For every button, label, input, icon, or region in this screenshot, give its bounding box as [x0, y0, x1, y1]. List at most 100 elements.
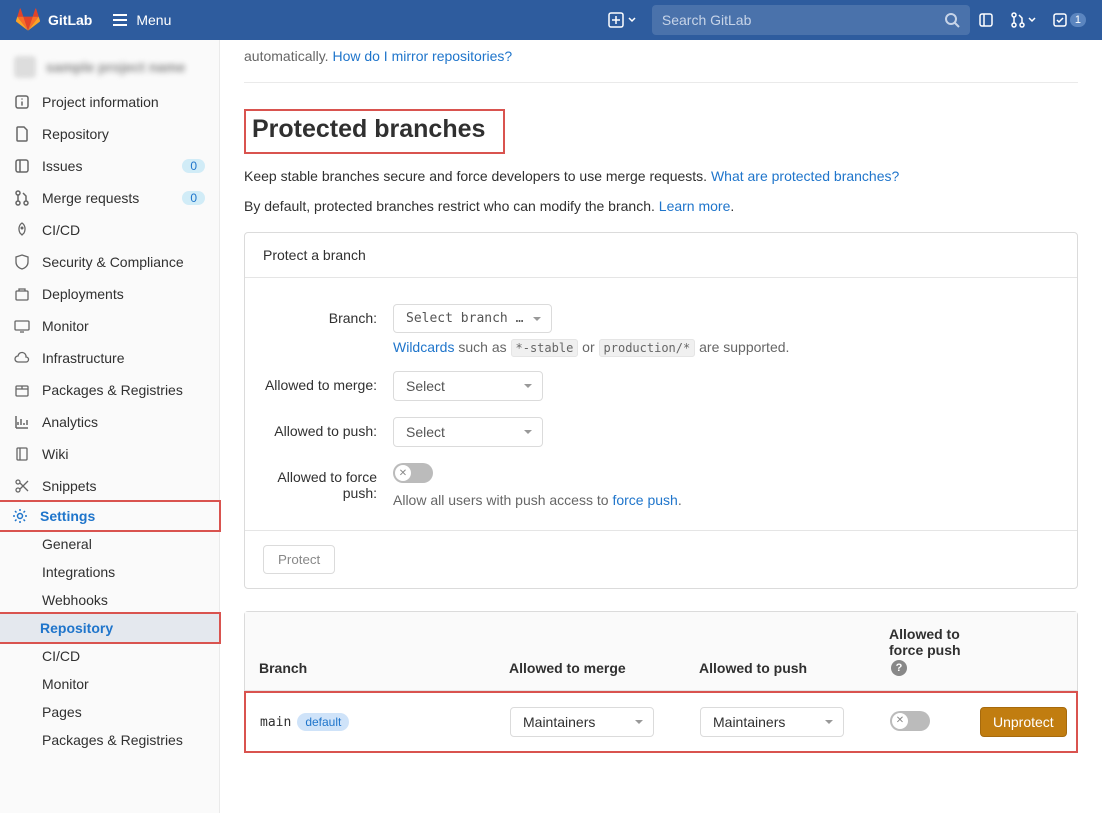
deployment-icon — [14, 286, 30, 302]
toggle-knob-off-icon: ✕ — [892, 713, 908, 729]
merge-requests-shortcut[interactable] — [1010, 12, 1036, 28]
cloud-icon — [14, 350, 30, 366]
allowed-merge-select[interactable]: Select — [393, 371, 543, 401]
allowed-push-label: Allowed to push: — [263, 417, 393, 447]
sidebar-item-label: Merge requests — [42, 190, 139, 206]
issues-shortcut-icon[interactable] — [978, 12, 994, 28]
scissors-icon — [14, 478, 30, 494]
sidebar-item-label: Monitor — [42, 318, 89, 334]
sidebar-item-project-info[interactable]: Project information — [0, 86, 219, 118]
chart-icon — [14, 414, 30, 430]
project-avatar — [14, 56, 36, 78]
chevron-down-icon — [628, 16, 636, 24]
gear-icon — [12, 508, 28, 524]
project-header[interactable]: sample project name — [0, 48, 219, 86]
what-are-protected-link[interactable]: What are protected branches? — [711, 168, 899, 184]
mr-count-badge: 0 — [182, 191, 205, 205]
rocket-icon — [14, 222, 30, 238]
force-push-help: Allow all users with push access to forc… — [393, 492, 1059, 508]
row-allowed-push-select[interactable]: Maintainers — [700, 707, 844, 737]
sidebar-item-cicd[interactable]: CI/CD — [0, 214, 219, 246]
wildcards-help: Wildcards such as *-stable or production… — [393, 339, 1059, 355]
sidebar-item-infrastructure[interactable]: Infrastructure — [0, 342, 219, 374]
branch-name: main — [260, 715, 291, 730]
todo-count-badge: 1 — [1070, 13, 1086, 27]
sidebar-item-label: Infrastructure — [42, 350, 124, 366]
th-push: Allowed to push — [699, 660, 889, 676]
toggle-knob-off-icon: ✕ — [395, 465, 411, 481]
sidebar-item-label: Analytics — [42, 414, 98, 430]
merge-request-icon — [1010, 12, 1026, 28]
row-force-push-toggle[interactable]: ✕ — [890, 711, 930, 731]
issues-count-badge: 0 — [182, 159, 205, 173]
chevron-down-icon — [1028, 16, 1036, 24]
gitlab-logo-icon — [16, 8, 40, 32]
protected-branches-title: Protected branches — [244, 109, 505, 154]
table-header: Branch Allowed to merge Allowed to push … — [245, 612, 1077, 691]
sidebar-item-wiki[interactable]: Wiki — [0, 438, 219, 470]
protect-button[interactable]: Protect — [263, 545, 335, 574]
plus-square-icon — [608, 12, 624, 28]
sidebar-item-settings[interactable]: Settings — [0, 500, 221, 532]
force-push-link[interactable]: force push — [612, 492, 677, 508]
book-icon — [14, 446, 30, 462]
package-icon — [14, 382, 30, 398]
force-push-toggle[interactable]: ✕ — [393, 463, 433, 483]
sidebar-item-label: Issues — [42, 158, 82, 174]
protect-branch-header: Protect a branch — [245, 233, 1077, 278]
th-merge: Allowed to merge — [509, 660, 699, 676]
sidebar-item-label: Snippets — [42, 478, 96, 494]
section-description-1: Keep stable branches secure and force de… — [244, 168, 1078, 184]
sidebar-item-issues[interactable]: Issues 0 — [0, 150, 219, 182]
allowed-merge-label: Allowed to merge: — [263, 371, 393, 401]
settings-sub-general[interactable]: General — [0, 530, 219, 558]
sidebar-item-merge-requests[interactable]: Merge requests 0 — [0, 182, 219, 214]
sidebar-item-repository[interactable]: Repository — [0, 118, 219, 150]
global-search[interactable] — [652, 5, 970, 35]
file-icon — [14, 126, 30, 142]
allowed-force-label: Allowed to force push: — [263, 463, 393, 508]
settings-sub-repository[interactable]: Repository — [0, 612, 221, 644]
settings-sub-webhooks[interactable]: Webhooks — [0, 586, 219, 614]
hamburger-icon — [112, 12, 128, 28]
sidebar-item-snippets[interactable]: Snippets — [0, 470, 219, 502]
main-menu-button[interactable]: Menu — [112, 12, 171, 28]
unprotect-button[interactable]: Unprotect — [980, 707, 1067, 737]
learn-more-link[interactable]: Learn more — [659, 198, 731, 214]
menu-label: Menu — [136, 12, 171, 28]
wildcards-link[interactable]: Wildcards — [393, 339, 454, 355]
settings-sub-monitor[interactable]: Monitor — [0, 670, 219, 698]
protected-branches-table: Branch Allowed to merge Allowed to push … — [244, 611, 1078, 753]
main-content: automatically. How do I mirror repositor… — [220, 40, 1102, 813]
section-divider — [244, 82, 1078, 83]
search-input[interactable] — [662, 12, 944, 28]
settings-sub-integrations[interactable]: Integrations — [0, 558, 219, 586]
brand[interactable]: GitLab — [16, 8, 92, 32]
sidebar-item-monitor[interactable]: Monitor — [0, 310, 219, 342]
sidebar-item-analytics[interactable]: Analytics — [0, 406, 219, 438]
sidebar-item-label: Wiki — [42, 446, 68, 462]
search-icon — [944, 12, 960, 28]
mirror-help-link[interactable]: How do I mirror repositories? — [332, 48, 512, 64]
branch-select[interactable]: Select branch … — [393, 304, 552, 333]
top-navbar: GitLab Menu 1 — [0, 0, 1102, 40]
project-name: sample project name — [46, 59, 185, 75]
new-dropdown[interactable] — [608, 12, 636, 28]
settings-sub-packages[interactable]: Packages & Registries — [0, 726, 219, 754]
help-icon[interactable]: ? — [891, 660, 907, 676]
monitor-icon — [14, 318, 30, 334]
sidebar-item-deployments[interactable]: Deployments — [0, 278, 219, 310]
todos-shortcut[interactable]: 1 — [1052, 12, 1086, 28]
brand-name: GitLab — [48, 12, 92, 28]
default-badge: default — [297, 713, 349, 731]
table-row: main default Maintainers Maintainers ✕ U… — [244, 691, 1078, 753]
settings-sub-cicd[interactable]: CI/CD — [0, 642, 219, 670]
protect-branch-card: Protect a branch Branch: Select branch …… — [244, 232, 1078, 589]
branch-label: Branch: — [263, 304, 393, 355]
sidebar-item-security[interactable]: Security & Compliance — [0, 246, 219, 278]
th-branch: Branch — [259, 660, 509, 676]
allowed-push-select[interactable]: Select — [393, 417, 543, 447]
sidebar-item-packages[interactable]: Packages & Registries — [0, 374, 219, 406]
settings-sub-pages[interactable]: Pages — [0, 698, 219, 726]
row-allowed-merge-select[interactable]: Maintainers — [510, 707, 654, 737]
